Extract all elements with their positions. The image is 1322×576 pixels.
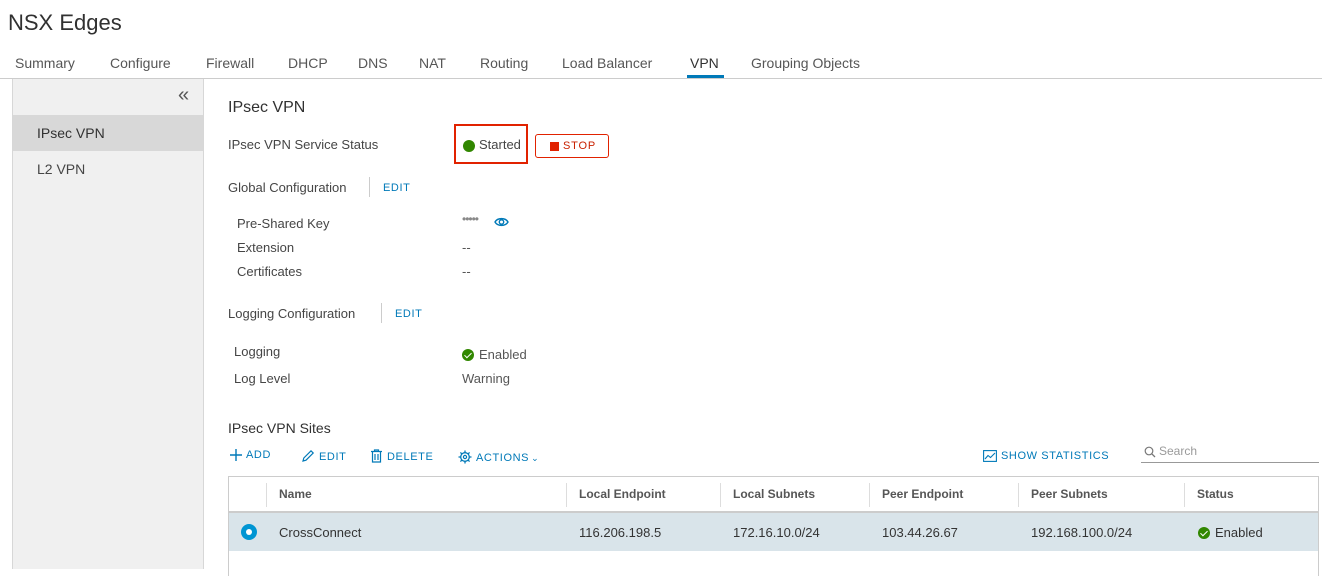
cell-name: CrossConnect: [279, 525, 362, 540]
page-title: NSX Edges: [8, 10, 122, 35]
section-title-ipsec-vpn: IPsec VPN: [228, 99, 306, 116]
tab-grouping-objects[interactable]: Grouping Objects: [751, 55, 860, 71]
column-divider: [1184, 483, 1185, 507]
tab-firewall[interactable]: Firewall: [206, 55, 254, 71]
logging-config-edit-link[interactable]: EDIT: [395, 308, 422, 320]
table-header: Name Local Endpoint Local Subnets Peer E…: [229, 477, 1318, 513]
certificates-value: --: [462, 264, 471, 279]
logging-config-label: Logging Configuration: [228, 306, 356, 321]
global-config-edit-link[interactable]: EDIT: [383, 182, 410, 194]
stop-button[interactable]: STOP: [535, 134, 609, 158]
column-header-peer-endpoint[interactable]: Peer Endpoint: [882, 487, 963, 501]
cell-peer-endpoint: 103.44.26.67: [882, 525, 958, 540]
service-status-value: Started: [479, 137, 521, 152]
column-header-local-subnets[interactable]: Local Subnets: [733, 487, 815, 501]
logging-value-text: Enabled: [479, 347, 527, 362]
search-input[interactable]: [1157, 443, 1319, 459]
log-level-label: Log Level: [234, 371, 291, 386]
cell-local-subnets: 172.16.10.0/24: [733, 525, 820, 540]
actions-label: ACTIONS: [476, 452, 530, 464]
plus-icon: [230, 449, 242, 461]
sites-title: IPsec VPN Sites: [228, 420, 331, 436]
cell-status-text: Enabled: [1215, 525, 1263, 540]
active-tab-indicator: [687, 75, 724, 78]
pencil-icon: [302, 449, 315, 462]
sidebar: « IPsec VPN L2 VPN: [12, 79, 204, 569]
edit-site-button[interactable]: EDIT: [301, 449, 346, 463]
column-divider: [720, 483, 721, 507]
tab-dns[interactable]: DNS: [358, 55, 388, 71]
column-divider: [869, 483, 870, 507]
stop-button-label: STOP: [563, 140, 596, 152]
psk-label: Pre-Shared Key: [237, 216, 330, 231]
stop-icon: [550, 142, 559, 151]
eye-icon[interactable]: [494, 215, 509, 233]
row-select-radio[interactable]: [241, 524, 257, 540]
show-statistics-label: SHOW STATISTICS: [1001, 450, 1110, 462]
check-circle-icon: [1198, 527, 1210, 539]
search-icon: [1144, 446, 1156, 458]
cell-status: Enabled: [1198, 525, 1263, 540]
logging-value: Enabled: [462, 347, 527, 362]
log-level-value: Warning: [462, 371, 510, 386]
show-statistics-button[interactable]: SHOW STATISTICS: [983, 450, 1109, 462]
column-divider: [566, 483, 567, 507]
check-circle-icon: [462, 349, 474, 361]
edit-site-label: EDIT: [319, 451, 347, 463]
service-status-highlight: Started: [454, 124, 528, 164]
trash-icon: [371, 449, 382, 463]
cell-peer-subnets: 192.168.100.0/24: [1031, 525, 1133, 540]
tab-routing[interactable]: Routing: [480, 55, 528, 71]
delete-site-button[interactable]: DELETE: [370, 449, 433, 463]
tab-dhcp[interactable]: DHCP: [288, 55, 328, 71]
service-status-label: IPsec VPN Service Status: [228, 137, 379, 152]
tab-configure[interactable]: Configure: [110, 55, 171, 71]
column-header-name[interactable]: Name: [279, 487, 312, 501]
logging-label: Logging: [234, 344, 281, 359]
sidebar-item-l2-vpn[interactable]: L2 VPN: [13, 151, 203, 187]
column-divider: [266, 483, 267, 507]
sidebar-item-ipsec-vpn[interactable]: IPsec VPN: [13, 115, 203, 151]
column-header-peer-subnets[interactable]: Peer Subnets: [1031, 487, 1108, 501]
double-chevron-left-icon[interactable]: «: [178, 85, 189, 105]
actions-dropdown[interactable]: ACTIONS ⌄: [458, 450, 539, 464]
cell-local-endpoint: 116.206.198.5: [579, 525, 662, 540]
column-divider: [1018, 483, 1019, 507]
certificates-label: Certificates: [237, 264, 303, 279]
chart-icon: [983, 450, 997, 462]
divider: [381, 303, 382, 323]
search-box[interactable]: [1141, 441, 1319, 463]
column-header-status[interactable]: Status: [1197, 487, 1234, 501]
tab-bar: Summary Configure Firewall DHCP DNS NAT …: [0, 44, 1322, 79]
add-site-label: ADD: [246, 449, 272, 461]
tab-load-balancer[interactable]: Load Balancer: [562, 55, 652, 71]
add-site-button[interactable]: ADD: [230, 449, 271, 461]
extension-value: --: [462, 240, 471, 255]
column-header-local-endpoint[interactable]: Local Endpoint: [579, 487, 666, 501]
psk-value: •••••: [462, 212, 479, 226]
sites-table: Name Local Endpoint Local Subnets Peer E…: [228, 476, 1319, 576]
global-config-label: Global Configuration: [228, 180, 347, 195]
delete-site-label: DELETE: [387, 451, 434, 463]
chevron-down-icon: ⌄: [531, 453, 540, 463]
gear-icon: [458, 450, 472, 464]
tab-nat[interactable]: NAT: [419, 55, 446, 71]
tab-vpn[interactable]: VPN: [690, 55, 719, 71]
extension-label: Extension: [237, 240, 295, 255]
status-dot-icon: [463, 140, 475, 152]
table-row[interactable]: CrossConnect 116.206.198.5 172.16.10.0/2…: [229, 513, 1318, 551]
divider: [369, 177, 370, 197]
tab-summary[interactable]: Summary: [15, 55, 75, 71]
